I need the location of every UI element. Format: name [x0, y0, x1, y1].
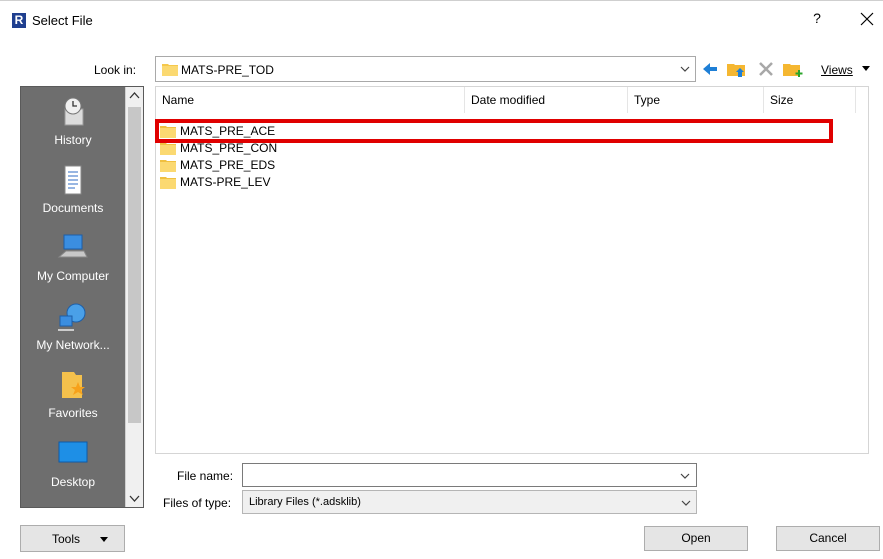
files-of-type-label: Files of type: [163, 496, 232, 510]
chevron-up-icon [129, 92, 140, 99]
back-button[interactable] [700, 56, 724, 82]
favorites-icon [62, 372, 85, 398]
places-bar: History Documents My Computer My Network… [20, 86, 144, 508]
list-item[interactable]: MATS_PRE_EDS [160, 157, 460, 173]
cancel-button[interactable]: Cancel [776, 526, 880, 551]
column-header-name[interactable]: Name [156, 87, 465, 113]
history-icon [64, 97, 84, 126]
place-desktop[interactable]: Desktop [21, 437, 125, 489]
column-header-size[interactable]: Size [764, 87, 856, 113]
scroll-thumb[interactable] [128, 107, 141, 423]
place-history[interactable]: History [21, 95, 125, 147]
place-label: History [54, 133, 92, 147]
close-icon [860, 12, 874, 26]
place-label: My Computer [36, 269, 110, 283]
file-name: MATS_PRE_EDS [180, 158, 276, 172]
list-item[interactable]: MATS_PRE_ACE [160, 123, 460, 139]
files-of-type-value: Library Files (*.adsklib) [249, 496, 361, 508]
place-documents[interactable]: Documents [21, 163, 125, 215]
place-favorites[interactable]: Favorites [21, 368, 125, 420]
folder-icon [160, 126, 176, 138]
look-in-dropdown[interactable]: MATS-PRE_TOD [155, 56, 696, 82]
up-folder-icon [727, 64, 745, 77]
file-name: MATS_PRE_ACE [180, 124, 276, 138]
look-in-value: MATS-PRE_TOD [181, 63, 274, 77]
column-header-type[interactable]: Type [628, 87, 764, 113]
look-in-label: Look in: [94, 63, 137, 77]
file-name: MATS_PRE_CON [180, 141, 278, 155]
chevron-down-icon [129, 495, 140, 502]
file-list[interactable]: Name Date modified Type Size MATS_PRE_AC… [155, 86, 869, 454]
delete-icon [759, 62, 773, 76]
window-title: Select File [32, 13, 93, 28]
new-folder-button[interactable] [782, 56, 806, 82]
folder-icon [160, 143, 176, 155]
places-scrollbar[interactable] [125, 87, 143, 507]
caret-down-icon[interactable] [861, 65, 871, 73]
revit-logo: R [12, 13, 26, 28]
list-item[interactable]: MATS_PRE_CON [160, 140, 460, 156]
chevron-down-icon [681, 500, 691, 506]
back-arrow-icon [703, 63, 717, 75]
place-label: My Network... [36, 338, 110, 352]
place-label: Desktop [50, 475, 96, 489]
place-my-network[interactable]: My Network... [21, 300, 125, 352]
place-label: Documents [42, 201, 104, 215]
column-header-date-modified[interactable]: Date modified [465, 87, 628, 113]
title-bar: R Select File ? [0, 0, 883, 38]
views-menu-button[interactable]: Views [821, 63, 853, 77]
open-button[interactable]: Open [644, 526, 748, 551]
list-item[interactable]: MATS-PRE_LEV [160, 174, 460, 190]
caret-down-icon [100, 537, 108, 542]
delete-button[interactable] [756, 56, 780, 82]
file-name-input[interactable] [242, 463, 697, 487]
new-folder-icon [783, 64, 803, 77]
file-name-label: File name: [177, 469, 234, 483]
place-label: Favorites [48, 406, 98, 420]
scroll-up-button[interactable] [126, 87, 143, 105]
folder-icon [160, 177, 176, 189]
tools-button[interactable]: Tools [20, 525, 125, 552]
folder-icon [160, 160, 176, 172]
close-button[interactable] [856, 8, 878, 30]
up-folder-button[interactable] [726, 56, 750, 82]
network-icon [58, 303, 86, 331]
place-my-computer[interactable]: My Computer [21, 231, 125, 283]
documents-icon [64, 165, 82, 195]
chevron-down-icon[interactable] [679, 470, 691, 482]
help-button[interactable]: ? [808, 10, 826, 30]
file-name: MATS-PRE_LEV [180, 175, 271, 189]
desktop-icon [58, 441, 88, 463]
computer-icon [57, 234, 88, 258]
files-of-type-dropdown[interactable]: Library Files (*.adsklib) [242, 490, 697, 514]
chevron-down-icon [680, 66, 690, 72]
scroll-down-button[interactable] [126, 489, 143, 507]
tools-button-label: Tools [52, 532, 81, 546]
folder-icon [162, 64, 178, 76]
